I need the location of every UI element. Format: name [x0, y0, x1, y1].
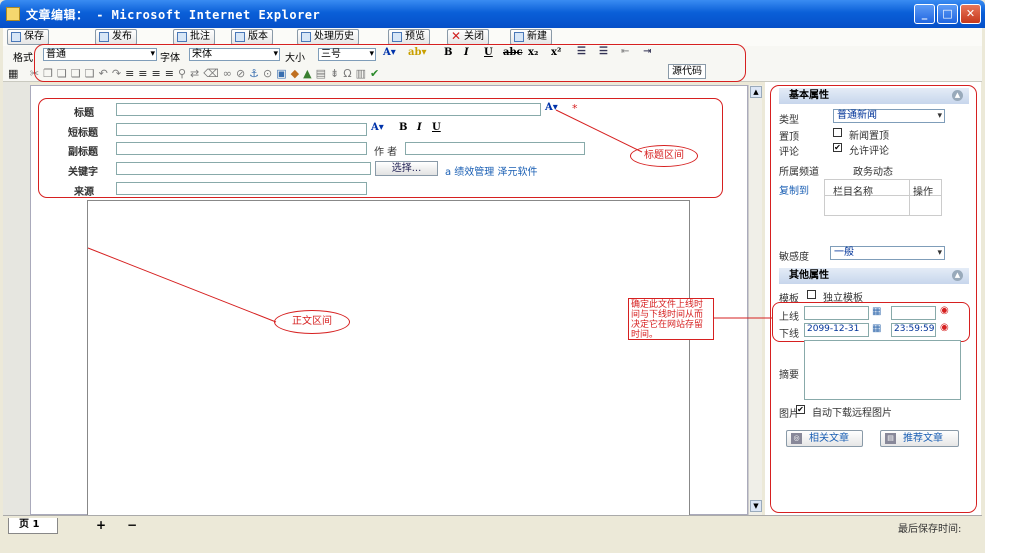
- minimize-button[interactable]: _: [914, 4, 935, 24]
- summary-label: 摘要: [779, 370, 799, 381]
- preview-icon: [392, 32, 402, 42]
- body-area-callout: 正文区间: [274, 310, 350, 334]
- online-note-callout: 确定此文件上线时间与下线时间从而决定它在网站存留时间。: [628, 298, 714, 340]
- recommend-icon: ▤: [885, 433, 896, 444]
- other-props-header[interactable]: 其他属性 ▲: [779, 268, 969, 284]
- pin-label: 置顶: [779, 132, 799, 143]
- comment-option: 允许评论: [849, 146, 889, 157]
- sensitivity-select[interactable]: 一般: [830, 246, 945, 260]
- channel-value: 政务动态: [853, 167, 893, 178]
- format-label: 格式: [13, 53, 33, 64]
- new-button[interactable]: 新建: [510, 29, 552, 45]
- template-checkbox[interactable]: [807, 290, 816, 299]
- annotate-icon: [177, 32, 187, 42]
- vertical-scrollbar[interactable]: ▲ ▼: [748, 85, 762, 515]
- related-articles-button[interactable]: ◎ 相关文章: [786, 430, 863, 447]
- new-doc-icon: [514, 32, 524, 42]
- comment-label: 评论: [779, 147, 799, 158]
- preview-button[interactable]: 预览: [388, 29, 430, 45]
- col-divider: [909, 180, 910, 215]
- version-button[interactable]: 版本: [231, 29, 273, 45]
- close-window-button[interactable]: ✕: [960, 4, 981, 24]
- history-icon: [301, 32, 311, 42]
- image-option: 自动下载远程图片: [812, 408, 892, 419]
- basic-props-header[interactable]: 基本属性 ▲: [779, 88, 969, 104]
- save-button[interactable]: 保存: [7, 29, 49, 45]
- col-action-header: 操作: [913, 187, 933, 198]
- recommend-articles-button[interactable]: ▤ 推荐文章: [880, 430, 959, 447]
- remove-page-button[interactable]: −: [127, 518, 137, 532]
- title-area-highlight: [38, 98, 723, 198]
- last-saved-text: 最后保存时间:: [898, 524, 962, 535]
- annotate-button[interactable]: 批注: [173, 29, 215, 45]
- window-title: 文章编辑： - Microsoft Internet Explorer: [26, 8, 321, 22]
- close-doc-button[interactable]: ✕ 关闭: [447, 29, 489, 45]
- publish-icon: [99, 32, 109, 42]
- type-label: 类型: [779, 115, 799, 126]
- save-icon: [11, 32, 21, 42]
- browser-window: 文章编辑： - Microsoft Internet Explorer _ □ …: [0, 0, 985, 553]
- copy-to-table: 栏目名称 操作: [824, 179, 942, 216]
- version-icon: [235, 32, 245, 42]
- body-editor[interactable]: [87, 200, 690, 520]
- close-icon: ✕: [451, 29, 462, 43]
- collapse-icon[interactable]: ▲: [952, 90, 963, 101]
- history-button[interactable]: 处理历史: [297, 29, 359, 45]
- collapse-icon-2[interactable]: ▲: [952, 270, 963, 281]
- related-icon: ◎: [791, 433, 802, 444]
- title-bar: 文章编辑： - Microsoft Internet Explorer _ □ …: [0, 0, 985, 28]
- online-offline-highlight: [772, 302, 970, 342]
- col-name-header: 栏目名称: [833, 187, 873, 198]
- left-gutter: [3, 82, 30, 515]
- table-icon[interactable]: ▦: [8, 67, 22, 80]
- image-checkbox[interactable]: ✔: [796, 405, 805, 414]
- add-page-button[interactable]: +: [96, 518, 106, 532]
- channel-label: 所属频道: [779, 167, 819, 178]
- scroll-up-icon[interactable]: ▲: [750, 86, 762, 98]
- copy-to-link[interactable]: 复制到: [779, 182, 809, 197]
- toolbar-highlight: [34, 44, 746, 82]
- publish-button[interactable]: 发布: [95, 29, 137, 45]
- type-select[interactable]: 普通新闻: [833, 109, 945, 123]
- ie-page-icon: [6, 7, 20, 21]
- comment-checkbox[interactable]: ✔: [833, 143, 842, 152]
- title-area-callout: 标题区间: [630, 145, 698, 167]
- summary-textarea[interactable]: [804, 340, 961, 400]
- status-bar: 页 1 + − 最后保存时间:: [3, 515, 982, 537]
- pin-checkbox[interactable]: [833, 128, 842, 137]
- maximize-button[interactable]: □: [937, 4, 958, 24]
- sensitivity-label: 敏感度: [779, 252, 809, 263]
- page-tab[interactable]: 页 1: [8, 518, 58, 534]
- pin-option: 新闻置顶: [849, 131, 889, 142]
- scroll-down-icon[interactable]: ▼: [750, 500, 762, 512]
